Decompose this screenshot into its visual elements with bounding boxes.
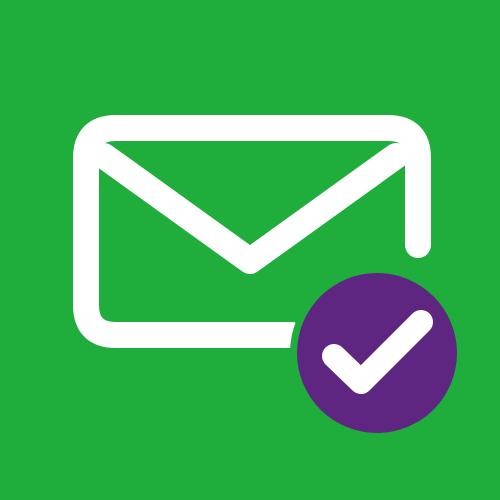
mail-verified-icon xyxy=(0,0,500,500)
app-icon xyxy=(0,0,500,500)
verified-badge xyxy=(290,266,464,440)
